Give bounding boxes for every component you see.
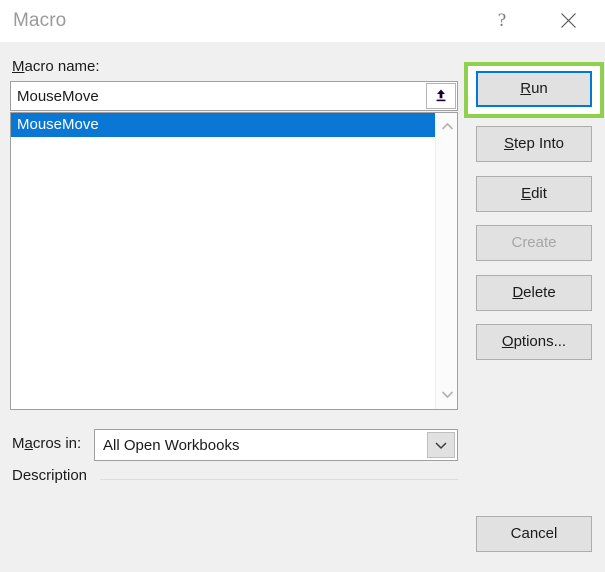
macro-name-label: Macro name: xyxy=(12,58,100,75)
options-button-accelerator: O xyxy=(502,333,514,350)
macros-in-label-pre: M xyxy=(12,435,25,452)
title-bar: Macro ? xyxy=(0,0,605,43)
macro-name-input[interactable] xyxy=(11,82,426,110)
edit-button[interactable]: Edit xyxy=(476,176,592,212)
scroll-up-button[interactable] xyxy=(436,115,458,137)
macro-name-label-accelerator: M xyxy=(12,58,25,75)
run-button[interactable]: Run xyxy=(476,71,592,107)
macro-name-field-wrapper xyxy=(10,81,458,111)
chevron-up-icon xyxy=(441,122,454,131)
dialog-body: Macro name: MouseMove xyxy=(0,42,605,572)
step-into-button[interactable]: Step Into xyxy=(476,126,592,162)
run-button-accelerator: R xyxy=(520,80,531,97)
close-icon xyxy=(560,12,577,29)
macros-in-label-accelerator: a xyxy=(25,435,33,452)
delete-button[interactable]: Delete xyxy=(476,275,592,311)
run-button-label-rest: un xyxy=(531,80,548,97)
create-button-label: Create xyxy=(511,234,556,251)
cancel-button-label: Cancel xyxy=(511,525,558,542)
description-divider xyxy=(100,479,458,480)
macro-list-items: MouseMove xyxy=(11,113,435,409)
macro-list-scrollbar[interactable] xyxy=(435,113,457,409)
create-button: Create xyxy=(476,225,592,261)
macros-in-label: Macros in: xyxy=(12,435,81,452)
macros-in-selected-value: All Open Workbooks xyxy=(95,430,425,460)
description-label: Description xyxy=(12,467,93,484)
edit-button-accelerator: E xyxy=(521,185,531,202)
chevron-down-icon xyxy=(441,390,454,399)
options-button[interactable]: Options... xyxy=(476,324,592,360)
chevron-down-icon xyxy=(434,441,448,450)
upload-icon xyxy=(433,88,449,104)
macros-in-dropdown-arrow[interactable] xyxy=(427,432,455,458)
delete-button-label-rest: elete xyxy=(523,284,556,301)
delete-button-accelerator: D xyxy=(512,284,523,301)
edit-button-label-rest: dit xyxy=(531,185,547,202)
macros-in-label-post: cros in: xyxy=(33,435,81,452)
macros-in-dropdown[interactable]: All Open Workbooks xyxy=(94,429,458,461)
cancel-button[interactable]: Cancel xyxy=(476,516,592,552)
macro-list-box[interactable]: MouseMove xyxy=(10,112,458,410)
upload-button[interactable] xyxy=(426,83,456,109)
window-title: Macro xyxy=(13,10,66,32)
help-button[interactable]: ? xyxy=(479,0,525,41)
close-button[interactable] xyxy=(545,0,591,41)
options-button-label-rest: ptions... xyxy=(514,333,567,350)
list-item[interactable]: MouseMove xyxy=(11,113,435,137)
step-into-button-accelerator: S xyxy=(504,135,514,152)
macro-name-label-rest: acro name: xyxy=(25,58,100,75)
step-into-button-label-rest: tep Into xyxy=(514,135,564,152)
scroll-down-button[interactable] xyxy=(436,383,458,405)
question-mark-icon: ? xyxy=(498,11,506,30)
